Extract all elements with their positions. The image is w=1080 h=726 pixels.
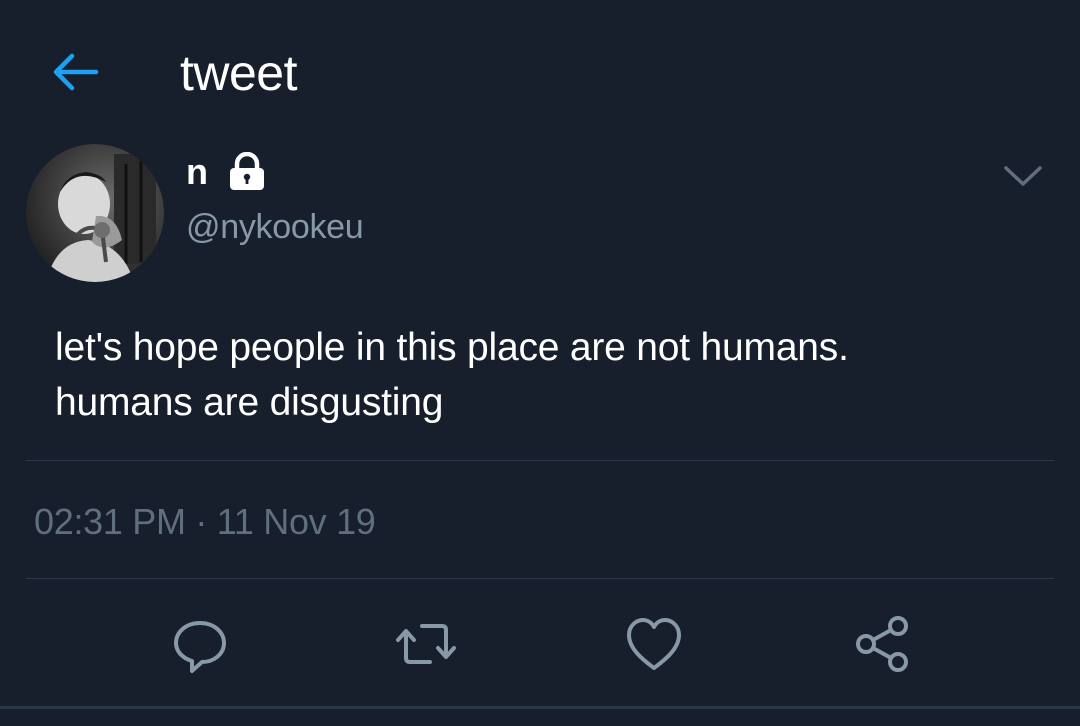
avatar-image [26,144,164,282]
tweet-text-line: humans are disgusting [55,381,444,424]
reply-icon[interactable] [170,614,230,674]
chevron-down-icon[interactable] [1000,160,1046,190]
avatar[interactable] [26,144,164,282]
share-icon[interactable] [852,614,912,674]
user-handle[interactable]: @nykookeu [186,206,364,248]
display-name[interactable]: n [186,150,208,194]
retweet-icon[interactable] [396,614,456,674]
tweet-timestamp: 02:31 PM · 11 Nov 19 [34,501,376,542]
tweet-text-line: let's hope people in this place are not … [55,326,849,369]
divider [26,460,1054,461]
divider [0,706,1080,709]
divider [26,578,1054,579]
arrow-left-icon[interactable] [50,52,100,92]
page-title: tweet [180,45,298,101]
top-bar: tweet [0,0,1080,140]
tweet-text: let's hope people in this place are not … [55,320,1055,430]
lock-icon [230,152,264,190]
heart-icon[interactable] [624,614,684,674]
